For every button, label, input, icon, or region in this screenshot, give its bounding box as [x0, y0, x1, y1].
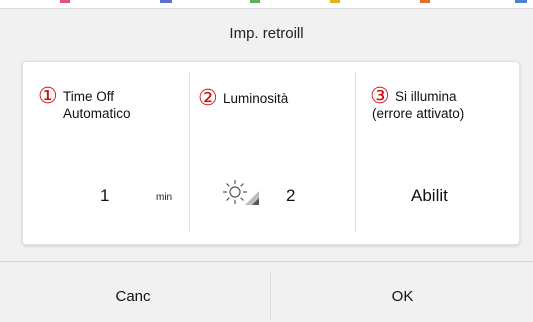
backlight-settings-dialog: Imp. retroill ① Time Off Automatico 1 mi… [0, 8, 533, 322]
setting-brightness-value: 2 [286, 186, 296, 205]
setting-auto-off-value: 1 [100, 186, 110, 205]
setting-illuminate-value: Abilit [411, 186, 448, 205]
setting-auto-off-unit: min [156, 192, 173, 203]
setting-illuminate-on-error[interactable]: ③ Si illumina (errore attivato) Abilit [355, 62, 521, 246]
top-strip-segment [250, 0, 260, 3]
setting-auto-off-label-line2: Automatico [63, 106, 131, 121]
marker-1: ① [38, 84, 58, 109]
setting-brightness-label: Luminosità [223, 91, 289, 106]
setting-auto-off[interactable]: ① Time Off Automatico 1 min [23, 62, 189, 246]
cancel-button[interactable]: Canc [0, 262, 266, 322]
settings-card: ① Time Off Automatico 1 min ② Luminosità [22, 61, 520, 245]
top-strip-segment [330, 0, 340, 3]
setting-illuminate-label-line1: Si illumina [395, 89, 457, 104]
top-strip-segment [60, 0, 70, 3]
brightness-sun-icon [221, 178, 271, 208]
setting-illuminate-label-line2: (errore attivato) [372, 106, 465, 121]
top-strip-segment [515, 0, 527, 3]
ok-button[interactable]: OK [272, 262, 533, 322]
marker-2: ② [198, 86, 218, 111]
button-divider [270, 273, 271, 321]
top-strip-segment [420, 0, 430, 3]
setting-brightness[interactable]: ② Luminosità 2 [189, 62, 355, 246]
setting-auto-off-label-line1: Time Off [63, 89, 115, 104]
top-strip-segment [160, 0, 172, 3]
dialog-title: Imp. retroill [229, 25, 304, 42]
top-strip [0, 0, 533, 8]
